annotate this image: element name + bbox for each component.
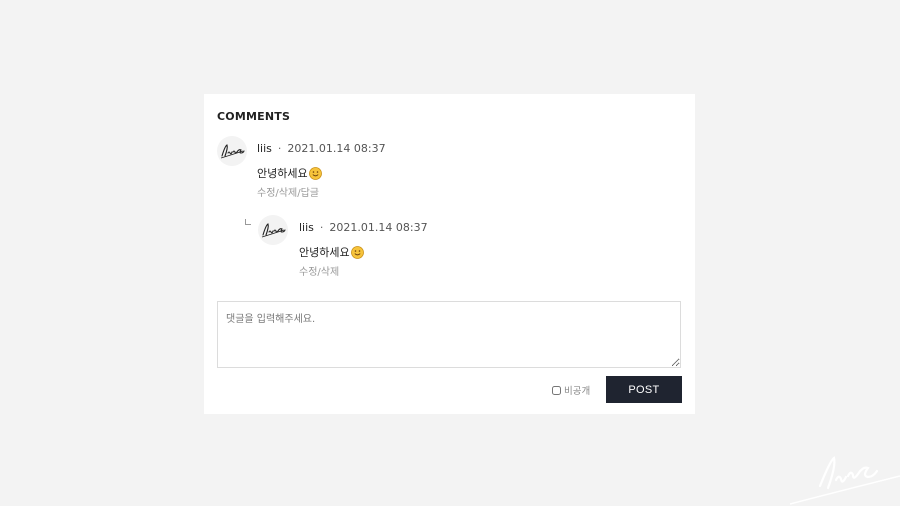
signature-watermark-icon: [790, 456, 900, 505]
comment-actions: 수정/삭제/답글: [257, 184, 319, 199]
comment-date: 2021.01.14 08:37: [287, 142, 386, 155]
meta-separator: ·: [277, 142, 282, 155]
signature-icon: [220, 144, 245, 159]
reply-author[interactable]: liis: [299, 221, 314, 234]
reply-link[interactable]: 답글: [301, 188, 319, 199]
comment-text: 안녕하세요: [257, 165, 322, 181]
post-button[interactable]: POST: [606, 376, 682, 403]
avatar[interactable]: [217, 136, 247, 166]
comments-card: COMMENTS liis · 2021.01.14 08:37 안녕하세요 수정/…: [204, 94, 695, 414]
reply-actions: 수정/삭제: [299, 263, 339, 278]
reply-date: 2021.01.14 08:37: [329, 221, 428, 234]
comment-body: 안녕하세요: [257, 167, 308, 180]
comment-meta: liis · 2021.01.14 08:37: [257, 142, 386, 155]
private-checkbox[interactable]: [552, 385, 561, 395]
smiley-emoji-icon: [308, 166, 322, 180]
reply-text: 안녕하세요: [299, 244, 364, 260]
edit-link[interactable]: 수정: [257, 188, 275, 199]
comment-author[interactable]: liis: [257, 142, 272, 155]
comments-title: COMMENTS: [217, 110, 291, 123]
private-option[interactable]: 비공개: [552, 383, 590, 397]
delete-link[interactable]: 삭제: [321, 267, 339, 278]
comment-textarea[interactable]: [217, 301, 681, 368]
meta-separator: ·: [319, 221, 324, 234]
smiley-emoji-icon: [350, 245, 364, 259]
reply-meta: liis · 2021.01.14 08:37: [299, 221, 428, 234]
delete-link[interactable]: 삭제: [279, 188, 297, 199]
avatar[interactable]: [258, 215, 288, 245]
edit-link[interactable]: 수정: [299, 267, 317, 278]
reply-indent-icon: [245, 219, 251, 225]
signature-icon: [261, 223, 286, 238]
reply-body: 안녕하세요: [299, 246, 350, 259]
private-label: 비공개: [564, 386, 591, 397]
